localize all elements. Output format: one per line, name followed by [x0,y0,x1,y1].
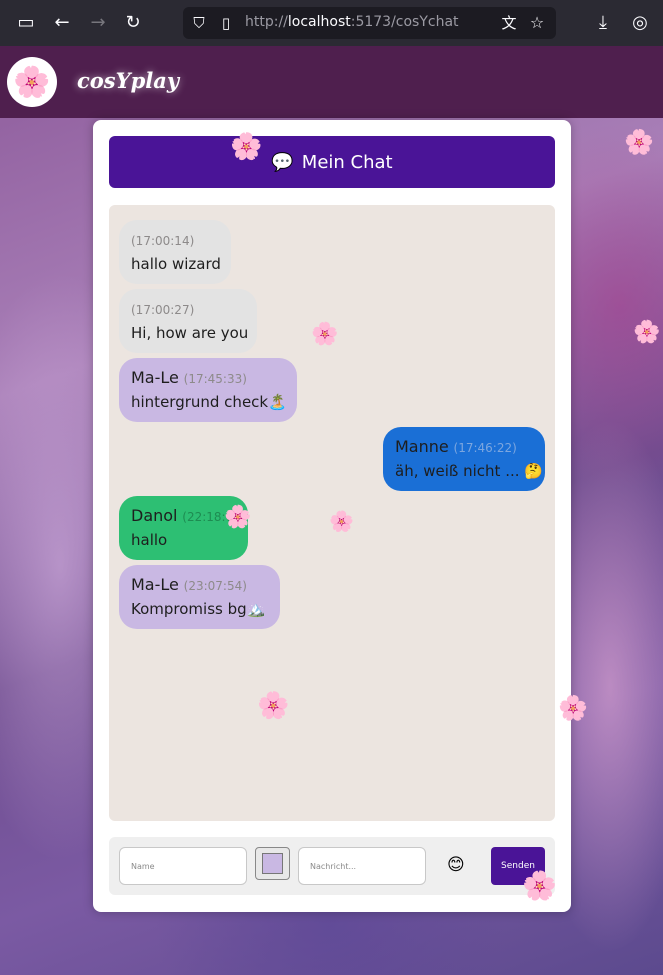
message-bubble: (17:00:27) Hi, how are you [119,289,257,353]
message-text: hallo wizard [131,255,221,273]
reload-icon[interactable]: ↻ [121,11,145,35]
message-text: hallo [131,531,168,549]
message-author: Danol [131,506,178,525]
color-swatch-fill [262,853,283,874]
blossom-icon: 🌸 [311,322,339,347]
blossom-icon: 🌸 [329,509,354,533]
page-info-icon[interactable]: ▯ [214,11,238,35]
app-header: 🌸 cosYplay [0,46,663,118]
chat-header: 💬 Mein Chat [109,136,555,188]
message-text: äh, weiß nicht ... 🤔 [395,462,543,480]
logo-blossom-icon[interactable]: 🌸 [7,57,57,107]
blossom-icon: 🌸 [257,691,290,721]
back-icon[interactable]: ← [50,11,74,35]
translate-icon[interactable]: 文 [497,11,521,35]
bookmark-star-icon[interactable]: ☆ [525,11,549,35]
browser-toolbar: ▭ ← → ↻ ⛉ ▯ http://localhost:5173/cosYch… [0,0,663,46]
sidebar-toggle-icon[interactable]: ▭ [14,11,38,35]
message-time: (17:45:33) [183,372,247,386]
app-title[interactable]: cosYplay [77,68,179,93]
message-author: Manne [395,437,449,456]
color-picker[interactable] [255,847,290,880]
message-author: Ma-Le [131,575,179,594]
chat-title: Mein Chat [301,151,393,173]
logo-glyph: 🌸 [13,64,51,100]
message-time: (23:07:54) [183,579,247,593]
message-bubble: Ma-Le (23:07:54) Kompromiss bg🏔️ [119,565,280,629]
message-time: (17:46:22) [453,441,517,455]
blossom-icon: 🌸 [633,320,661,345]
forward-icon[interactable]: → [86,11,110,35]
download-icon[interactable]: ⤓ [591,11,615,35]
message-input[interactable]: Nachricht... [298,847,426,885]
blossom-icon: 🌸 [522,869,557,902]
url-text[interactable]: http://localhost:5173/cosYchat [245,14,459,30]
emoji-picker-icon[interactable]: 😊 [447,855,465,875]
speech-bubble-icon: 💬 [271,151,294,173]
shield-icon[interactable]: ⛉ [187,11,211,35]
url-bar[interactable]: ⛉ ▯ http://localhost:5173/cosYchat 文 ☆ [183,7,556,39]
blossom-icon: 🌸 [230,132,263,162]
message-time: (17:00:27) [131,303,195,317]
message-text: Kompromiss bg🏔️ [131,600,266,618]
message-text: Hi, how are you [131,324,249,342]
name-input[interactable]: Name [119,847,247,885]
blossom-icon: 🌸 [558,694,588,722]
blossom-icon: 🌸 [624,128,654,156]
message-author: Ma-Le [131,368,179,387]
message-text: hintergrund check🏝️ [131,393,287,411]
message-input-bar: Name Nachricht... 😊 Senden [109,837,555,895]
message-bubble: Ma-Le (17:45:33) hintergrund check🏝️ [119,358,297,422]
message-bubble: (17:00:14) hallo wizard [119,220,231,284]
blossom-icon: 🌸 [224,505,252,530]
account-icon[interactable]: ◎ [628,11,652,35]
page-background: 🌸 cosYplay 💬 Mein Chat (17:00:14) hallo … [0,46,663,975]
message-bubble-own: Manne (17:46:22) äh, weiß nicht ... 🤔 [383,427,545,491]
message-time: (17:00:14) [131,234,195,248]
